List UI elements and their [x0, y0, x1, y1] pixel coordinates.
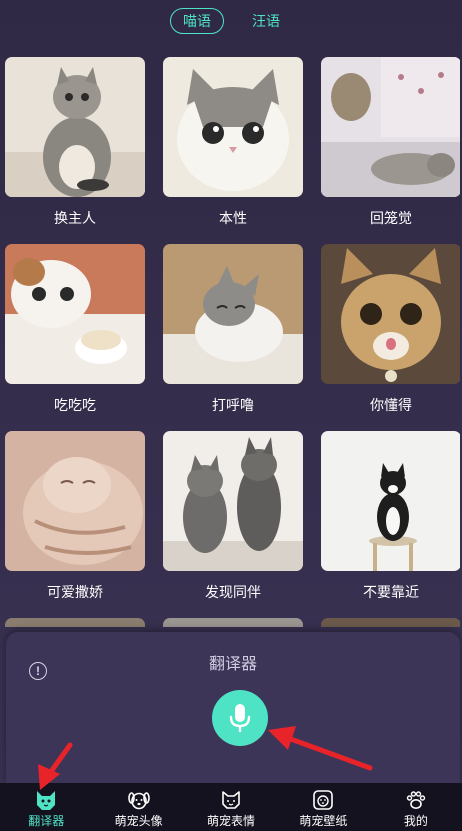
cat-face-icon — [37, 791, 56, 810]
sound-card[interactable]: 回笼觉 — [321, 57, 460, 244]
cat-photo — [321, 431, 460, 571]
paw-icon — [406, 791, 426, 809]
sound-card-label: 不要靠近 — [363, 584, 419, 600]
sound-card-label: 可爱撒娇 — [47, 584, 103, 600]
nav-item-translator[interactable]: 翻译器 — [0, 783, 92, 831]
sound-card[interactable]: 发现同伴 — [163, 431, 303, 618]
sound-card[interactable] — [163, 618, 303, 627]
app-screen: 喵语 汪语 换主人 本性 回笼觉 吃吃吃 打呼噜 你懂得 可爱撒娇 发现同伴 不… — [0, 0, 462, 831]
sound-card-label: 发现同伴 — [205, 584, 261, 600]
dog-wallpaper-icon — [313, 790, 334, 810]
sound-card[interactable]: 换主人 — [5, 57, 145, 244]
nav-item-avatars[interactable]: 萌宠头像 — [92, 783, 184, 831]
translator-panel: 翻译器 ! — [6, 632, 460, 784]
cat-photo — [321, 618, 460, 627]
sound-card[interactable] — [321, 618, 460, 627]
dog-face-icon — [127, 792, 150, 810]
sound-card-label: 你懂得 — [370, 397, 412, 413]
language-tabs: 喵语 汪语 — [0, 8, 462, 34]
cat-photo — [5, 57, 145, 197]
sound-card-label: 换主人 — [54, 210, 96, 226]
tab-meow[interactable]: 喵语 — [170, 8, 224, 34]
nav-label: 萌宠壁纸 — [299, 814, 348, 828]
sound-card[interactable]: 你懂得 — [321, 244, 460, 431]
cat-photo — [163, 431, 303, 571]
cat-photo — [5, 244, 145, 384]
nav-label: 萌宠表情 — [207, 814, 256, 828]
cat-photo — [5, 431, 145, 571]
sound-card[interactable] — [5, 618, 145, 627]
nav-item-wallpapers[interactable]: 萌宠壁纸 — [277, 783, 369, 831]
cat-emoji-icon — [222, 791, 240, 809]
cat-photo — [163, 244, 303, 384]
sound-card[interactable]: 本性 — [163, 57, 303, 244]
nav-label: 翻译器 — [28, 814, 65, 828]
microphone-icon — [229, 704, 251, 733]
sound-card-label: 打呼噜 — [212, 397, 254, 413]
sound-card[interactable]: 吃吃吃 — [5, 244, 145, 431]
sound-card[interactable]: 不要靠近 — [321, 431, 460, 618]
sound-card-label: 回笼觉 — [370, 210, 412, 226]
cat-photo — [163, 618, 303, 627]
nav-item-stickers[interactable]: 萌宠表情 — [185, 783, 277, 831]
bottom-nav: 翻译器 萌宠头像 萌宠表情 萌宠壁纸 我的 — [0, 783, 462, 831]
nav-label: 我的 — [403, 814, 428, 828]
info-icon[interactable]: ! — [29, 662, 47, 680]
record-button[interactable] — [212, 690, 268, 746]
cat-photo — [163, 57, 303, 197]
sound-card-label: 本性 — [219, 210, 247, 226]
cat-photo — [5, 618, 145, 627]
translator-title: 翻译器 — [208, 656, 257, 673]
sound-grid: 换主人 本性 回笼觉 吃吃吃 打呼噜 你懂得 可爱撒娇 发现同伴 不要靠近 — [5, 57, 460, 627]
sound-card-label: 吃吃吃 — [54, 397, 96, 413]
sound-card[interactable]: 打呼噜 — [163, 244, 303, 431]
cat-photo — [321, 57, 460, 197]
sound-card[interactable]: 可爱撒娇 — [5, 431, 145, 618]
nav-item-profile[interactable]: 我的 — [370, 783, 462, 831]
nav-label: 萌宠头像 — [114, 814, 163, 828]
cat-photo — [321, 244, 460, 384]
tab-woof[interactable]: 汪语 — [240, 9, 292, 33]
